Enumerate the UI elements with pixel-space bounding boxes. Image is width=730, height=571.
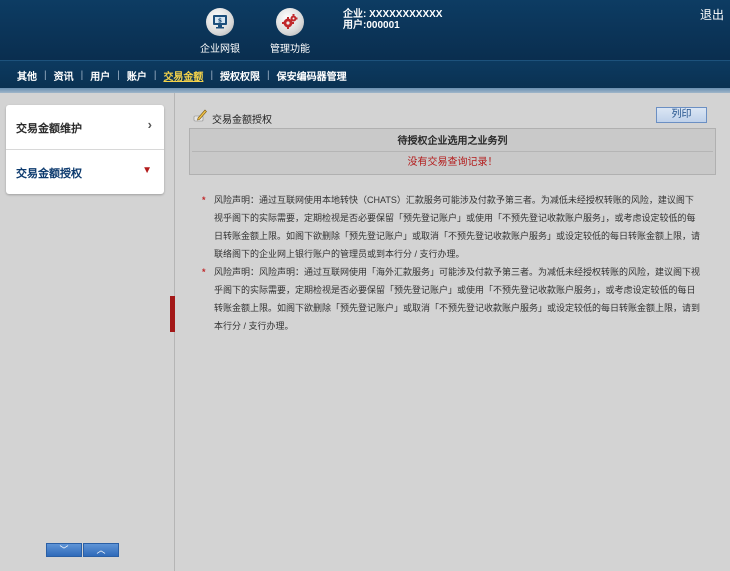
asterisk-icon: *	[202, 267, 206, 277]
chevron-right-icon: ›	[147, 117, 152, 132]
gears-icon	[276, 8, 304, 36]
sidebar-item-label: 交易金额维护	[16, 123, 82, 135]
top-header: $ 企业网银 管理功能 企业: XXXXXXXXXXX 用户:000001 退出	[0, 0, 730, 60]
risk-note: * 风险声明：通过互联网使用本地转快（CHATS）汇款服务可能涉及付款予第三者。…	[202, 191, 702, 263]
company-id: 企业: XXXXXXXXXXX	[343, 9, 443, 20]
risk-disclaimers: * 风险声明：通过互联网使用本地转快（CHATS）汇款服务可能涉及付款予第三者。…	[202, 191, 702, 335]
main-content: 交易金额授权 列印 待授权企业选用之业务列 没有交易查询记录！ * 风险声明：通…	[175, 93, 730, 571]
management-button[interactable]: 管理功能	[260, 8, 320, 55]
risk-note-text: 风险声明：通过互联网使用本地转快（CHATS）汇款服务可能涉及付款予第三者。为减…	[214, 195, 701, 259]
risk-note-text: 风险声明：风险声明：通过互联网使用「海外汇款服务」可能涉及付款予第三者。为减低未…	[214, 267, 701, 331]
svg-text:$: $	[218, 17, 222, 24]
page-title: 交易金额授权	[212, 115, 272, 126]
table-header: 待授权企业选用之业务列	[192, 131, 713, 152]
pending-authorization-table: 待授权企业选用之业务列 没有交易查询记录！	[189, 128, 716, 175]
empty-message: 没有交易查询记录！	[407, 157, 498, 168]
monitor-icon: $	[206, 8, 234, 36]
management-label: 管理功能	[270, 44, 310, 55]
sidebar-item-limit-maintenance[interactable]: 交易金额维护 ›	[6, 105, 164, 149]
asterisk-icon: *	[202, 195, 206, 205]
sidebar-item-limit-authorization[interactable]: 交易金额授权 ▼	[6, 150, 164, 194]
nav-item-users[interactable]: 用户	[83, 68, 117, 83]
nav-item-authorization[interactable]: 授权权限	[213, 68, 267, 83]
nav-item-accounts[interactable]: 账户	[120, 68, 154, 83]
sidebar-menu: 交易金额维护 › 交易金额授权 ▼	[6, 105, 164, 194]
scroll-down-button[interactable]: ﹀	[46, 543, 82, 557]
nav-item-security-device[interactable]: 保安编码器管理	[270, 68, 354, 83]
corporate-banking-button[interactable]: $ 企业网银	[190, 8, 250, 55]
print-list-button[interactable]: 列印	[656, 107, 707, 123]
nav-item-transaction-limit[interactable]: 交易金额	[156, 68, 210, 83]
main-nav: 其他 | 资讯 | 用户 | 账户 | 交易金额 | 授权权限 | 保安编码器管…	[0, 60, 730, 88]
corporate-banking-label: 企业网银	[200, 44, 240, 55]
sidebar: 交易金额维护 › 交易金额授权 ▼	[0, 93, 174, 571]
logout-link[interactable]: 退出	[700, 6, 724, 23]
scroll-up-button[interactable]: ︿	[83, 543, 119, 557]
risk-note: * 风险声明：风险声明：通过互联网使用「海外汇款服务」可能涉及付款予第三者。为减…	[202, 263, 702, 335]
nav-item-other[interactable]: 其他	[10, 68, 44, 83]
nav-item-news[interactable]: 资讯	[47, 68, 81, 83]
sidebar-item-label: 交易金额授权	[16, 168, 82, 180]
chevron-down-icon: ▼	[142, 165, 152, 176]
user-id: 用户:000001	[343, 20, 400, 31]
pencil-icon	[192, 107, 208, 126]
sidebar-scroll-controls: ﹀ ︿	[46, 543, 119, 557]
account-info: 企业: XXXXXXXXXXX 用户:000001	[343, 9, 442, 31]
page-title-row: 交易金额授权	[192, 107, 272, 126]
